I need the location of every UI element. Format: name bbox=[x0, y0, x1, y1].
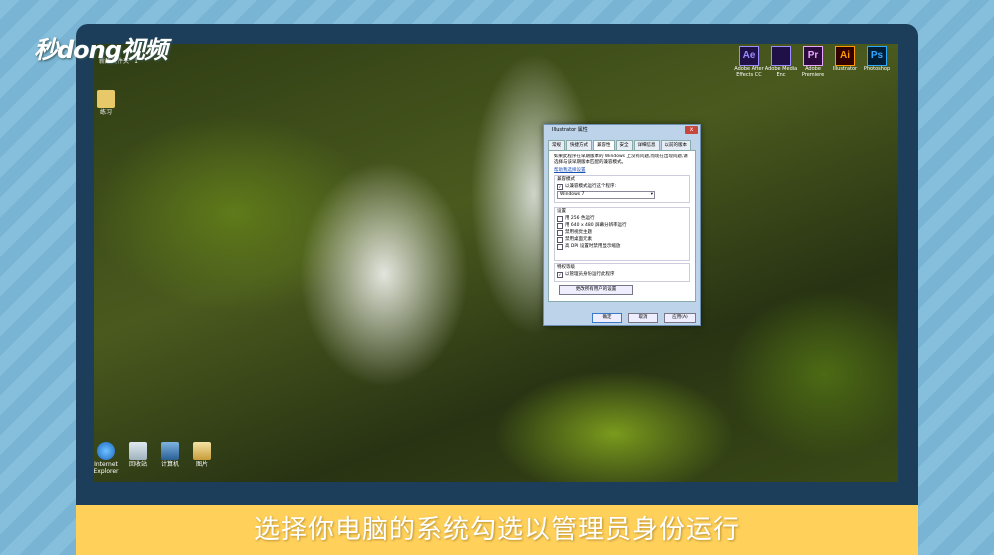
computer-icon bbox=[161, 442, 179, 460]
tab-general[interactable]: 常规 bbox=[548, 140, 565, 150]
app-label: Adobe After Effects CC bbox=[734, 66, 764, 78]
dialog-title: Illustrator 属性 bbox=[552, 127, 588, 133]
subtitle-bar: 选择你电脑的系统勾选以管理员身份运行 bbox=[76, 505, 918, 555]
app-label: Adobe Premiere bbox=[801, 66, 825, 78]
settings-group: 设置 用 256 色运行 用 640 x 480 屏幕分辨率运行 禁用视觉主题 … bbox=[554, 207, 690, 261]
chevron-down-icon: ▾ bbox=[650, 192, 653, 197]
watermark-logo: 秒dong视频 bbox=[34, 36, 168, 64]
group-label: 设置 bbox=[557, 209, 566, 214]
checkbox-label: 用 640 x 480 屏幕分辨率运行 bbox=[565, 223, 627, 228]
app-label: Photoshop bbox=[863, 66, 891, 72]
compat-mode-checkbox[interactable]: ✓ 以兼容模式运行这个程序: bbox=[557, 184, 687, 190]
app-label: Adobe Media Enc bbox=[764, 66, 798, 78]
desktop-item-label: 回收站 bbox=[128, 461, 147, 468]
tab-previous-versions[interactable]: 以前的版本 bbox=[660, 140, 691, 150]
setting-checkbox[interactable]: 禁用视觉主题 bbox=[557, 230, 687, 236]
ok-button[interactable]: 确定 bbox=[592, 313, 622, 323]
checkbox-label: 高 DPI 设置时禁用显示缩放 bbox=[565, 244, 621, 249]
cancel-button[interactable]: 取消 bbox=[628, 313, 658, 323]
tab-shortcut[interactable]: 快捷方式 bbox=[566, 140, 592, 150]
checkbox-label: 以管理员身份运行此程序 bbox=[565, 272, 615, 277]
illustrator-icon: Ai bbox=[835, 46, 855, 66]
group-label: 兼容模式 bbox=[557, 177, 575, 182]
pictures-icon bbox=[193, 442, 211, 460]
compat-mode-select[interactable]: Windows 7 ▾ bbox=[557, 191, 655, 199]
media-encoder-icon bbox=[771, 46, 791, 66]
desktop-screen: 新建文件夹 1 练习 Ae Adobe After Effects CC Ado… bbox=[94, 44, 898, 482]
premiere-icon: Pr bbox=[803, 46, 823, 66]
checkbox-label: 禁用桌面元素 bbox=[565, 237, 592, 242]
compat-mode-group: 兼容模式 ✓ 以兼容模式运行这个程序: Windows 7 ▾ bbox=[554, 175, 690, 203]
checkmark-icon: ✓ bbox=[557, 272, 563, 278]
select-value: Windows 7 bbox=[560, 192, 585, 197]
desktop-item-practice[interactable]: 练习 bbox=[94, 90, 126, 116]
recycle-bin-icon bbox=[129, 442, 147, 460]
dialog-titlebar[interactable]: Illustrator 属性 x bbox=[544, 125, 700, 136]
close-button[interactable]: x bbox=[685, 126, 698, 134]
checkbox-label: 禁用视觉主题 bbox=[565, 230, 592, 235]
setting-checkbox[interactable]: 用 256 色运行 bbox=[557, 216, 687, 222]
internet-explorer-icon bbox=[97, 442, 115, 460]
desktop-item-label: 计算机 bbox=[160, 461, 179, 468]
dialog-tabs: 常规 快捷方式 兼容性 安全 详细信息 以前的版本 bbox=[548, 140, 692, 150]
compatibility-panel: 如果此程序在早期版本的 Windows 上没有问题,而现在出现问题,请选择与该早… bbox=[548, 150, 696, 302]
apply-button[interactable]: 应用(A) bbox=[664, 313, 696, 323]
checkbox-label: 用 256 色运行 bbox=[565, 216, 595, 221]
privilege-group: 特权等级 ✓ 以管理员身份运行此程序 bbox=[554, 263, 690, 282]
after-effects-icon: Ae bbox=[739, 46, 759, 66]
setting-checkbox[interactable]: 用 640 x 480 屏幕分辨率运行 bbox=[557, 223, 687, 229]
desktop-item-label: 练习 bbox=[99, 109, 112, 116]
help-link[interactable]: 帮助我选择设置 bbox=[554, 168, 586, 174]
app-icon-photoshop[interactable]: Ps Photoshop bbox=[858, 46, 896, 72]
checkbox-label: 以兼容模式运行这个程序: bbox=[565, 184, 617, 189]
app-label: Illustrator bbox=[832, 66, 858, 72]
tab-details[interactable]: 详细信息 bbox=[633, 140, 660, 150]
group-label: 特权等级 bbox=[557, 265, 575, 270]
desktop-item-pictures[interactable]: 图片 bbox=[182, 442, 222, 468]
run-as-admin-checkbox[interactable]: ✓ 以管理员身份运行此程序 bbox=[557, 272, 687, 278]
intro-text: 如果此程序在早期版本的 Windows 上没有问题,而现在出现问题,请选择与该早… bbox=[554, 154, 688, 165]
properties-dialog: Illustrator 属性 x 常规 快捷方式 兼容性 安全 详细信息 以前的… bbox=[543, 124, 701, 326]
tab-compatibility[interactable]: 兼容性 bbox=[593, 140, 615, 150]
folder-icon bbox=[97, 90, 115, 108]
desktop-item-label: 图片 bbox=[195, 461, 208, 468]
tab-security[interactable]: 安全 bbox=[615, 140, 633, 150]
setting-checkbox[interactable]: 高 DPI 设置时禁用显示缩放 bbox=[557, 244, 687, 250]
change-all-users-button[interactable]: 更改所有用户的设置 bbox=[559, 285, 633, 295]
photoshop-icon: Ps bbox=[867, 46, 887, 66]
setting-checkbox[interactable]: 禁用桌面元素 bbox=[557, 237, 687, 243]
desktop-item-label: Internet Explorer bbox=[94, 461, 119, 475]
checkmark-icon: ✓ bbox=[557, 184, 563, 190]
subtitle-text: 选择你电脑的系统勾选以管理员身份运行 bbox=[253, 515, 740, 545]
